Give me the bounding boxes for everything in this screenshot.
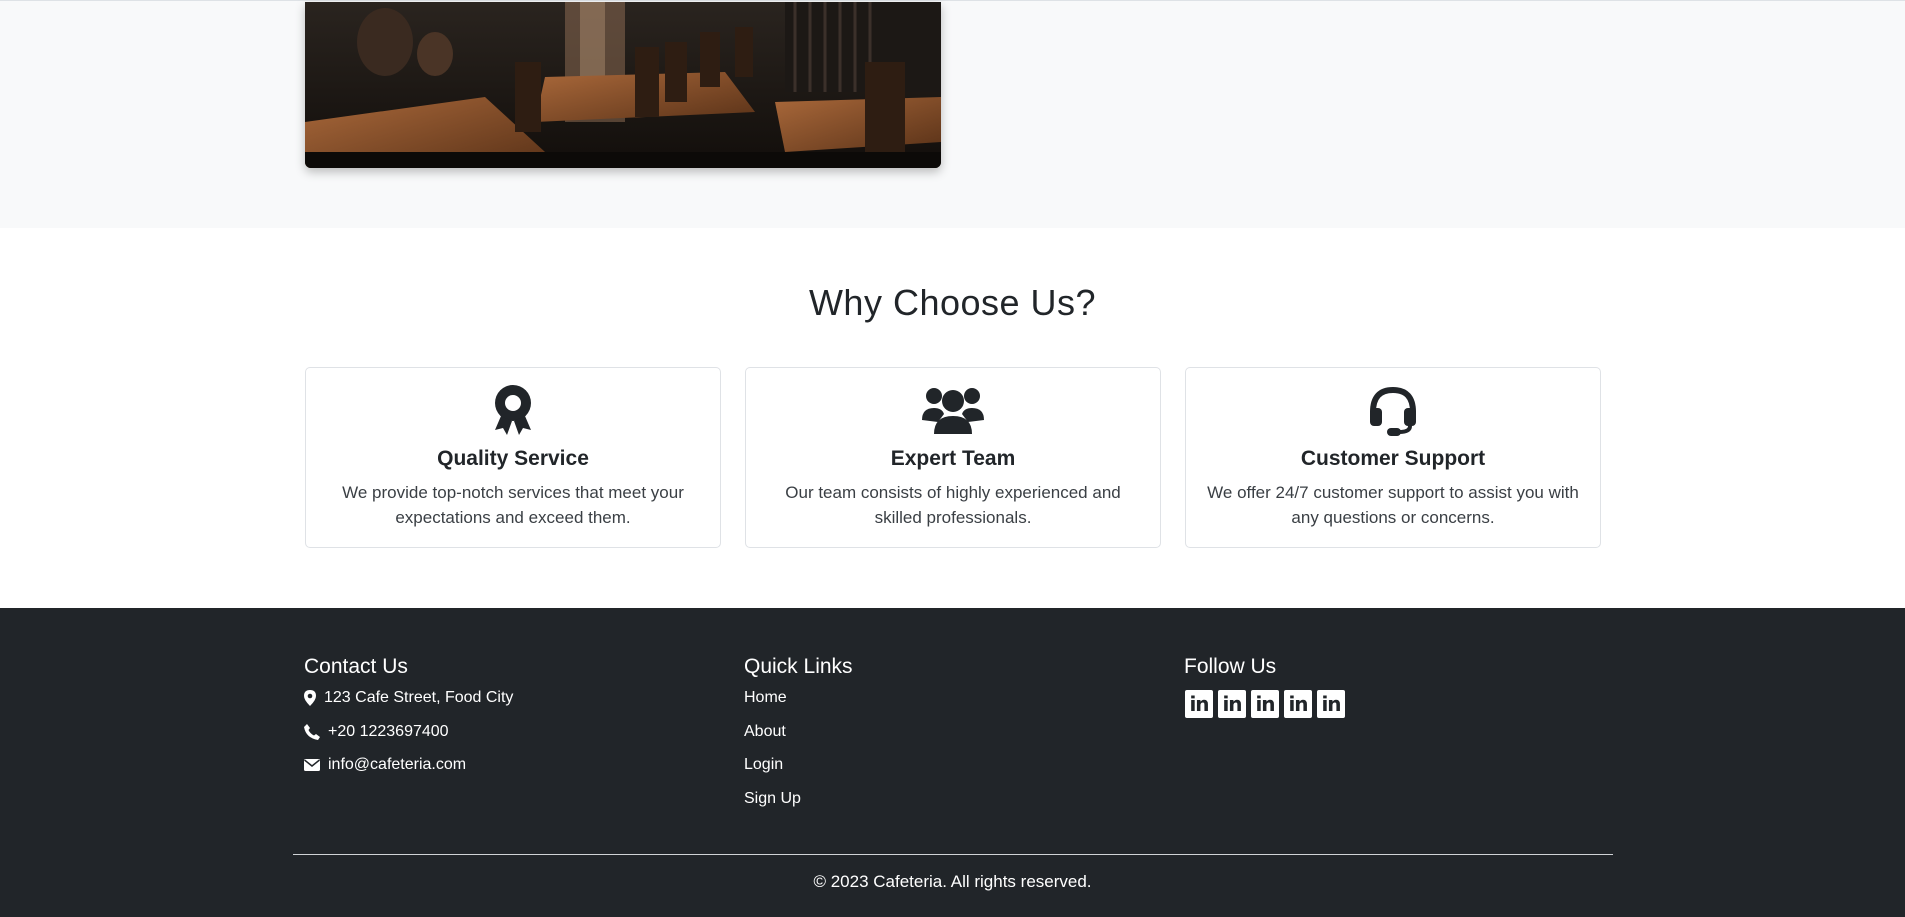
feature-card-quality: Quality Service We provide top-notch ser… [305,367,721,548]
contact-phone: +20 1223697400 [304,723,449,741]
feature-description: We provide top-notch services that meet … [342,483,684,527]
feature-description: We offer 24/7 customer support to assist… [1207,483,1579,527]
linkedin-icon[interactable]: in [1185,690,1213,718]
linkedin-icon[interactable]: in [1251,690,1279,718]
phone-text: +20 1223697400 [328,723,449,740]
social-links: in in in in in [1185,690,1345,718]
envelope-icon [304,759,320,771]
email-text[interactable]: info@cafeteria.com [328,756,466,774]
award-icon [306,384,720,436]
phone-icon [304,724,320,740]
footer-divider [293,854,1613,855]
feature-description: Our team consists of highly experienced … [785,483,1121,527]
contact-address: 123 Cafe Street, Food City [304,689,513,707]
footer-link-signup[interactable]: Sign Up [744,790,801,808]
footer-link-about[interactable]: About [744,723,786,741]
linkedin-icon[interactable]: in [1317,690,1345,718]
section-title: Why Choose Us? [808,282,1097,323]
feature-title: Expert Team [890,447,1016,470]
hero-section [0,0,1905,228]
linkedin-icon[interactable]: in [1284,690,1312,718]
users-icon [746,384,1160,436]
follow-heading: Follow Us [1184,655,1277,678]
map-marker-icon [304,690,316,706]
feature-card-expert-team: Expert Team Our team consists of highly … [745,367,1161,548]
feature-card-customer-support: Customer Support We offer 24/7 customer … [1185,367,1601,548]
footer-link-login[interactable]: Login [744,756,783,774]
footer-link-home[interactable]: Home [744,689,787,707]
linkedin-icon[interactable]: in [1218,690,1246,718]
restaurant-interior-image [305,2,941,168]
feature-title: Quality Service [437,447,589,470]
contact-heading: Contact Us [304,655,408,678]
copyright-text: © 2023 Cafeteria. All rights reserved. [813,872,1092,891]
address-text: 123 Cafe Street, Food City [324,689,514,706]
quick-links-heading: Quick Links [744,655,853,678]
feature-title: Customer Support [1300,447,1486,470]
contact-email: info@cafeteria.com [304,756,466,774]
footer: Contact Us 123 Cafe Street, Food City +2… [0,608,1905,917]
headset-icon [1186,384,1600,436]
